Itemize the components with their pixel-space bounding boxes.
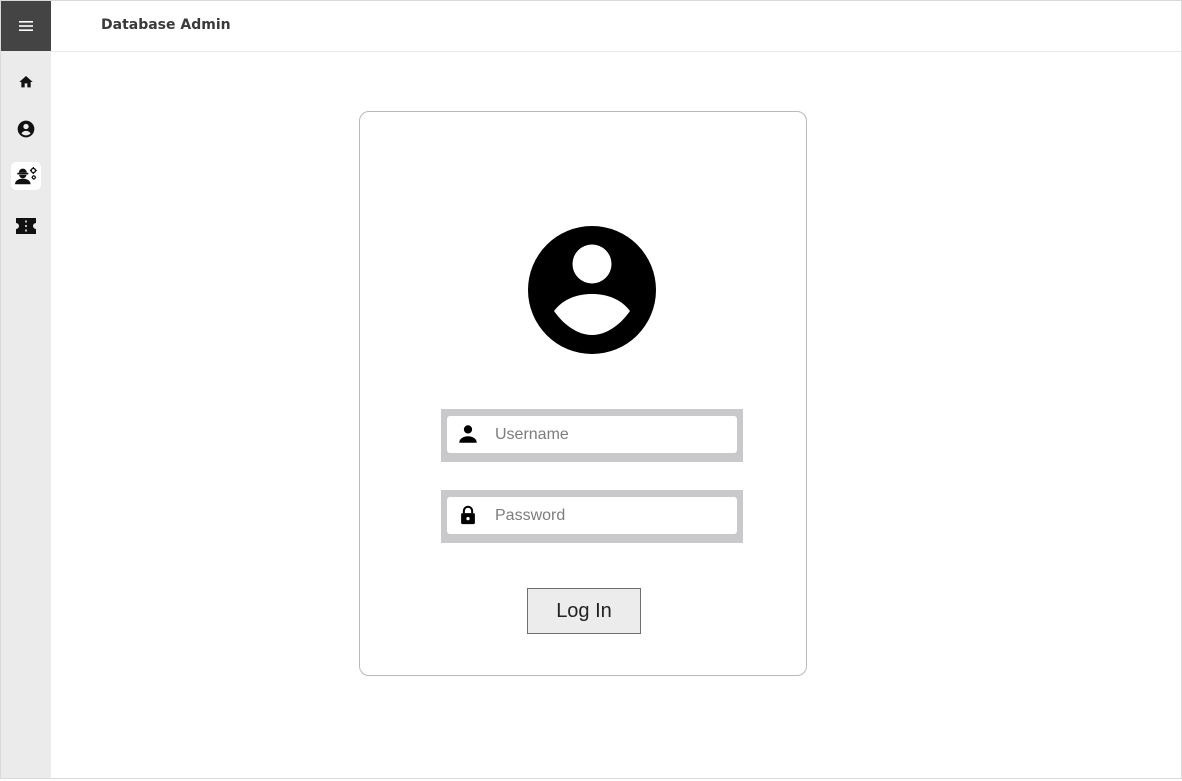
- sidebar-item-engineer[interactable]: [11, 162, 41, 190]
- username-field-box: [447, 416, 737, 453]
- home-icon: [19, 76, 33, 88]
- username-field: [441, 409, 743, 462]
- sidebar-item-account[interactable]: [11, 115, 41, 143]
- top-header: Database Admin: [51, 1, 1181, 52]
- sidebar: [1, 1, 51, 778]
- password-input[interactable]: [495, 497, 731, 534]
- ticket-icon: [16, 218, 36, 234]
- sidebar-item-tickets[interactable]: [11, 212, 41, 240]
- username-input[interactable]: [495, 416, 731, 453]
- menu-button[interactable]: [1, 1, 51, 51]
- engineer-gear-icon: [15, 167, 37, 185]
- person-icon: [459, 425, 477, 443]
- login-card: Log In: [359, 111, 807, 676]
- page-title: Database Admin: [101, 17, 231, 33]
- login-button[interactable]: Log In: [527, 588, 641, 634]
- account-circle-icon: [17, 120, 35, 138]
- lock-icon: [461, 505, 475, 525]
- account-circle-icon: [528, 226, 656, 354]
- password-field: [441, 490, 743, 543]
- app-window: Database Admin Username Log In: [0, 0, 1182, 779]
- hamburger-menu-icon: [19, 21, 33, 31]
- sidebar-item-home[interactable]: [11, 68, 41, 96]
- password-field-box: [447, 497, 737, 534]
